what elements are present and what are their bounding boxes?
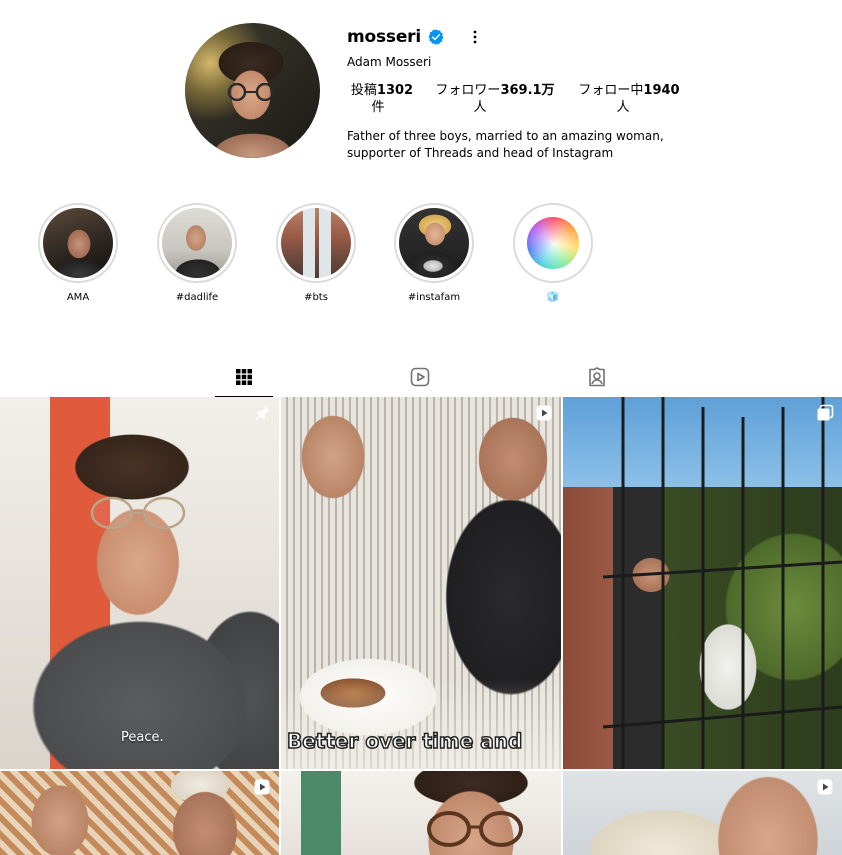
- highlight-ring: [38, 203, 118, 283]
- tagged-icon: [589, 367, 605, 387]
- following-value: 1940: [643, 83, 680, 98]
- highlight-cover-image: [399, 208, 469, 278]
- pin-icon: [255, 405, 270, 421]
- more-options-icon[interactable]: [467, 29, 483, 45]
- profile-tabs: [0, 358, 842, 398]
- highlight-label: #instafam: [407, 292, 461, 303]
- followers-value: 369.1万: [500, 83, 555, 98]
- post-tile[interactable]: [563, 397, 842, 769]
- followers-count[interactable]: フォロワー369.1万 人: [433, 82, 557, 116]
- post-image: [0, 397, 279, 769]
- reel-icon: [254, 779, 270, 795]
- verified-badge-icon: [428, 29, 444, 45]
- highlight-cover-image: [281, 208, 351, 278]
- bio-line: Father of three boys, married to an amaz…: [347, 129, 664, 143]
- glasses-shape: [427, 811, 523, 847]
- highlight-instafam[interactable]: #instafam: [394, 203, 474, 303]
- grid-icon: [236, 369, 252, 385]
- followers-label: フォロワー: [435, 83, 501, 98]
- post-caption: Better over time and: [286, 728, 523, 754]
- post-image: [563, 771, 842, 855]
- highlight-label: #bts: [304, 292, 328, 303]
- post-image: [0, 771, 279, 855]
- following-count[interactable]: フォロー中1940 人: [577, 82, 681, 116]
- post-tile[interactable]: [0, 771, 279, 855]
- reel-icon: [536, 405, 552, 421]
- highlight-ring: [394, 203, 474, 283]
- posts-count: 投稿1302 件: [347, 82, 417, 116]
- post-tile[interactable]: Peace.: [0, 397, 279, 769]
- highlight-rainbow[interactable]: 🧊: [513, 203, 593, 303]
- profile-bio: Father of three boys, married to an amaz…: [347, 128, 677, 162]
- highlight-cover-image: [43, 208, 113, 278]
- posts-label: 投稿: [350, 83, 377, 98]
- color-wheel-image: [527, 217, 579, 269]
- profile-header: mosseri: [347, 26, 483, 48]
- highlight-ring: [513, 203, 593, 283]
- glasses-shape: [90, 496, 186, 530]
- profile-stats: 投稿1302 件 フォロワー369.1万 人 フォロー中1940 人: [347, 82, 707, 122]
- highlight-ring: [276, 203, 356, 283]
- following-label: フォロー中: [578, 83, 644, 98]
- tab-tagged[interactable]: [568, 358, 626, 396]
- highlight-label: #dadlife: [175, 292, 219, 303]
- post-caption: Peace.: [121, 730, 164, 745]
- following-unit: 人: [616, 100, 630, 115]
- highlight-bts[interactable]: #bts: [276, 203, 356, 303]
- reel-icon: [817, 779, 833, 795]
- username: mosseri: [347, 27, 421, 47]
- highlight-cover-image: [162, 208, 232, 278]
- posts-value: 1302: [376, 83, 414, 98]
- highlight-ring: [157, 203, 237, 283]
- posts-grid: Peace. Better over time and: [0, 397, 842, 855]
- post-tile[interactable]: Better over time and: [281, 397, 561, 769]
- highlight-label: 🧊: [546, 292, 560, 303]
- avatar-glasses: [227, 83, 275, 101]
- posts-unit: 件: [371, 100, 385, 115]
- bio-line: supporter of Threads and head of Instagr…: [347, 146, 614, 160]
- highlight-ama[interactable]: AMA: [38, 203, 118, 303]
- highlight-label: AMA: [66, 292, 90, 303]
- full-name: Adam Mosseri: [347, 55, 432, 69]
- fire-escape-railing: [603, 397, 842, 769]
- tab-posts[interactable]: [215, 358, 273, 397]
- followers-unit: 人: [473, 100, 487, 115]
- highlight-dadlife[interactable]: #dadlife: [157, 203, 237, 303]
- table-surface: [281, 679, 561, 769]
- highlight-cover-image: [518, 208, 588, 278]
- reels-icon: [410, 367, 430, 387]
- profile-avatar[interactable]: [185, 23, 320, 158]
- tab-reels[interactable]: [391, 358, 449, 396]
- carousel-icon: [817, 404, 834, 421]
- post-tile[interactable]: [281, 771, 561, 855]
- post-tile[interactable]: [563, 771, 842, 855]
